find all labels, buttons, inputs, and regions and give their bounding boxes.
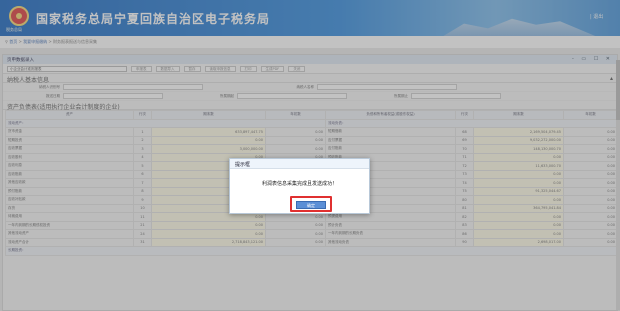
ok-highlight: 确定: [290, 196, 332, 212]
dialog-message: 利润表信息采集完成且发送成功！: [261, 181, 337, 187]
alert-dialog: 提示框 利润表信息采集完成且发送成功！ 确定: [229, 158, 370, 214]
ok-button[interactable]: 确定: [296, 201, 326, 209]
modal-overlay: [0, 0, 620, 311]
dialog-title: 提示框: [230, 159, 369, 169]
